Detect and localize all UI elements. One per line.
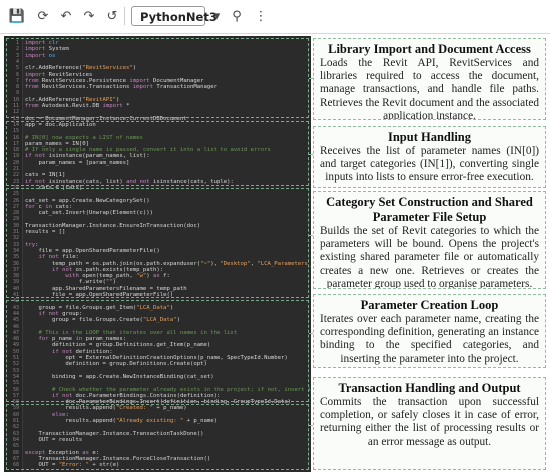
code-line: results.append("Already existing: " + p_… (25, 418, 217, 424)
panel-transaction-output: Transaction Handling and Output Commits … (313, 377, 546, 470)
editor-toolbar: 💾 ⟳ ↶ ↷ ↺ PythonNet3 ▾ ⚲ ⋮ (0, 0, 550, 34)
panel-description: Receives the list of parameter names (IN… (320, 145, 539, 184)
python-engine-selector[interactable]: PythonNet3 (131, 6, 217, 26)
chevron-down-icon[interactable]: ▾ (209, 8, 225, 24)
code-line: from Autodesk.Revit.DB import * (25, 103, 130, 109)
line-number: 68 (12, 462, 19, 469)
redo-alt-icon[interactable]: ↺ (104, 8, 120, 24)
code-line: group = file.Groups.Create("LCA_Data") (25, 317, 180, 324)
panel-description: Commits the transaction upon successful … (320, 396, 539, 448)
save-icon[interactable]: 💾 (9, 8, 25, 24)
redo-icon[interactable]: ↷ (81, 8, 97, 24)
code-line: results = [] (25, 229, 66, 235)
panel-description: Loads the Revit API, RevitServices and l… (320, 57, 539, 120)
code-line: cat_set.Insert(Unwrap(Element(c))) (25, 210, 153, 217)
code-line: file = app.OpenSharedParameterFile() (25, 292, 174, 298)
refresh-icon[interactable]: ⟳ (35, 8, 51, 24)
panel-title: Library Import and Document Access (328, 42, 531, 56)
code-line: definition = group.Definitions.Create(op… (25, 361, 207, 368)
code-line: OUT = "Error: " + str(e) (25, 462, 120, 469)
code-line: import os (25, 52, 56, 59)
panel-title: Category Set Construction and Shared Par… (326, 195, 533, 224)
toolbar-divider (124, 7, 125, 25)
code-line: binding = app.Create.NewInstanceBinding(… (25, 373, 214, 380)
code-line: OUT = results (25, 436, 83, 443)
panel-title: Parameter Creation Loop (360, 298, 499, 312)
panel-input-handling: Input Handling Receives the list of para… (313, 126, 546, 188)
search-icon[interactable]: ⚲ (229, 8, 245, 24)
undo-icon[interactable]: ↶ (58, 8, 74, 24)
panel-description: Iterates over each parameter name, creat… (320, 313, 539, 365)
code-line: cats = [cats] (25, 184, 83, 191)
python-engine-label: PythonNet3 (140, 10, 217, 24)
panel-library-import: Library Import and Document Access Loads… (313, 38, 546, 120)
code-line: from RevitServices.Transactions import T… (25, 84, 217, 91)
code-editor[interactable]: import clr import System import os clr.AddR… (4, 36, 311, 472)
more-icon[interactable]: ⋮ (253, 8, 269, 24)
panel-parameter-loop: Parameter Creation Loop Iterates over ea… (313, 294, 546, 368)
code-line: app = doc.Application (25, 121, 96, 128)
panel-title: Input Handling (387, 130, 472, 144)
code-line: param_names = [param_names] (25, 159, 130, 166)
panel-category-set: Category Set Construction and Shared Par… (313, 191, 546, 289)
panel-description: Builds the set of Revit categories to wh… (320, 225, 539, 289)
panel-title: Transaction Handling and Output (338, 381, 521, 395)
